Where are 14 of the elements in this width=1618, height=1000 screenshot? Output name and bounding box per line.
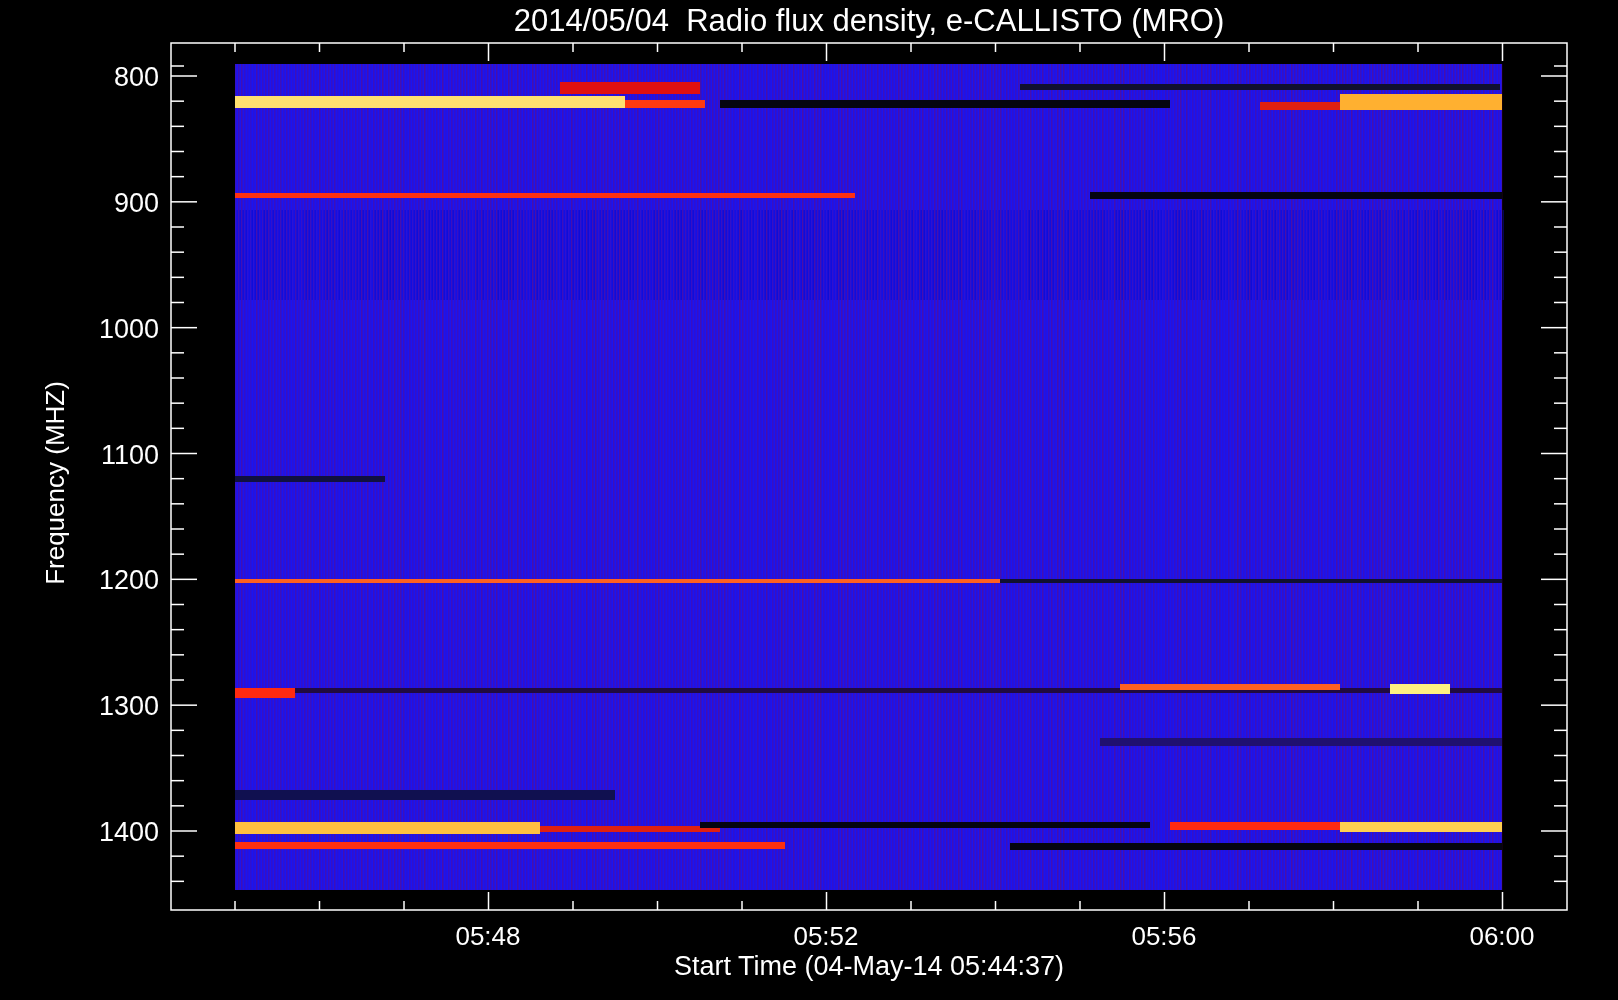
x-tick-label: 05:48 — [455, 921, 521, 951]
x-tick-label: 05:52 — [793, 921, 859, 951]
chart-title: 2014/05/04 Radio flux density, e-CALLISTO (MRO) — [513, 3, 1225, 38]
y-tick-label: 900 — [113, 187, 159, 218]
y-tick-label: 800 — [113, 62, 159, 92]
y-tick-label: 1000 — [98, 313, 159, 344]
y-tick-label: 1300 — [98, 691, 159, 722]
y-tick-label: 1100 — [100, 439, 159, 470]
x-axis-label: Start Time (04-May-14 05:44:37) — [673, 951, 1065, 981]
x-tick-label: 05:56 — [1131, 921, 1197, 951]
y-axis-label: Frequency (MHZ) — [40, 381, 70, 585]
y-tick-label: 1200 — [98, 565, 159, 596]
x-tick-label: 06:00 — [1469, 921, 1535, 951]
y-tick-label: 1400 — [98, 817, 159, 847]
